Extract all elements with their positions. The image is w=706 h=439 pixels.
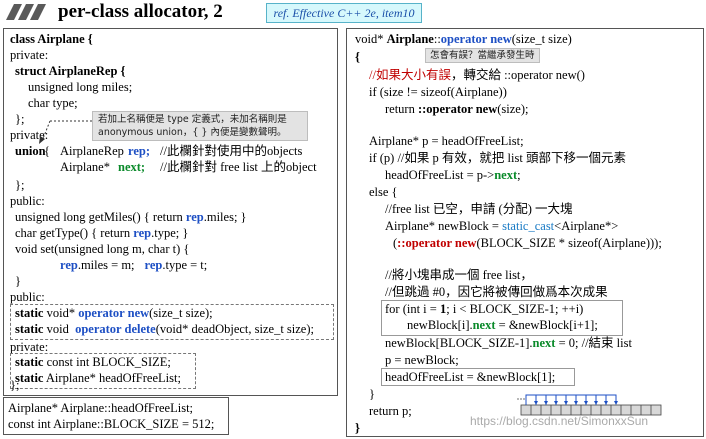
union-annotation-note: 若加上名稱便是 type 定義式，未加名稱則是 anonymous union，… [92,111,308,141]
code-line: char type; [28,96,78,110]
code-line: } [355,421,360,435]
code-line: Airplane* Airplane::headOfFreeList; [8,401,194,415]
code-line: } [369,387,375,401]
operator-new-panel: void* Airplane::operator new(size_t size… [346,28,704,437]
annotation-arrow-icon [39,120,92,144]
code-line: p = newBlock; [385,353,459,367]
code-line: }; [15,112,25,126]
code-line: static void operator delete(void* deadOb… [15,322,314,336]
code-line: public: [10,290,45,304]
code-line: newBlock[i].next = &newBlock[i+1]; [407,318,598,332]
code-line: headOfFreeList = p->next; [385,168,521,182]
code-line: const int Airplane::BLOCK_SIZE = 512; [8,417,215,431]
code-line: public: [10,194,45,208]
code-line: headOfFreeList = &newBlock[1]; [385,370,556,384]
title-stripes-icon [6,4,46,20]
code-line: (::operator new(BLOCK_SIZE * sizeof(Airp… [393,236,662,250]
code-line: unsigned long miles; [28,80,133,94]
code-line: Airplane* p = headOfFreeList; [369,134,524,148]
code-line: char getType() { return rep.type; } [15,226,189,240]
code-member-rep: rep; [128,144,150,158]
code-line: if (p) //如果 p 有效，就把 list 頭部下移一個元素 [369,151,626,165]
code-line: //如果大小有誤，轉交給 ::operator new() [369,68,585,82]
code-line: void set(unsigned long m, char t) { [15,242,190,256]
code-keyword: union [15,144,46,158]
error-reason-note: 怎會有誤？當繼承發生時 [425,48,540,63]
code-line: { [355,50,360,64]
code-line: //free list 已空，申請 (分配) 一大塊 [385,202,573,216]
code-type: Airplane* [60,160,110,174]
code-line: newBlock[BLOCK_SIZE-1].next = 0; //結束 li… [385,336,632,350]
code-line: }; [15,178,25,192]
reference-badge: ref. Effective C++ 2e, item10 [266,3,422,23]
code-line: static Airplane* headOfFreeList; [15,371,181,385]
code-line: return p; [369,404,412,418]
code-line: } [15,274,21,288]
code-line: for (int i = 1; i < BLOCK_SIZE-1; ++i) [385,302,584,316]
code-member-next: next; [118,160,146,174]
watermark: https://blog.csdn.net/SimonxxSun [470,414,649,428]
code-line: else { [369,185,398,199]
code-line: static void* operator new(size_t size); [15,306,213,320]
code-comment: //此欄針對使用中的objects [160,144,303,158]
code-line: return ::operator new(size); [385,102,529,116]
code-line: if (size != sizeof(Airplane)) [369,85,507,99]
code-line: struct AirplaneRep { [15,64,126,78]
code-line: //將小塊串成一個 free list， [385,268,533,282]
code-line: //但跳過 #0，因它將被傳回做爲本次成果 [385,285,608,299]
code-line: }; [10,378,20,392]
code-type: AirplaneRep [60,144,124,158]
class-definition-panel: class Airplane { private: struct Airplan… [3,28,338,396]
code-line: static const int BLOCK_SIZE; [15,355,171,369]
code-line: rep.miles = m; rep.type = t; [60,258,208,272]
page-title: per-class allocator, 2 [58,1,223,22]
code-line: unsigned long getMiles() { return rep.mi… [15,210,247,224]
code-brace: { [44,144,50,158]
code-comment: //此欄針對 free list 上的object [160,160,317,174]
code-line: private: [10,48,49,62]
code-line: void* Airplane::operator new(size_t size… [355,32,572,46]
static-definition-panel: Airplane* Airplane::headOfFreeList; cons… [3,397,229,435]
code-line: class Airplane { [10,32,93,46]
code-line: Airplane* newBlock = static_cast<Airplan… [385,219,619,233]
